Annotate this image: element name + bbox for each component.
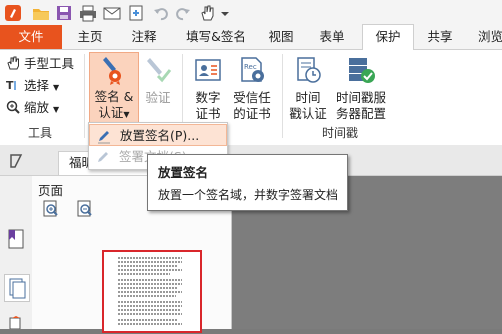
ribbon-panel: 手型工具 T 选择 ▼ 缩放 ▼ 工具 签名 & 认证▼ 验证 数字 证书 Re… [0,50,502,146]
group-divider [282,54,283,138]
tab-view[interactable]: 视图 [262,25,300,49]
tab-comment[interactable]: 注释 [124,25,164,49]
timestamp-server-label-2: 务器配置 [335,106,386,121]
chevron-down-icon: ▼ [52,83,60,92]
panel-title: 页面 [38,183,64,198]
timestamp-verify-button[interactable]: 时间 戳认证 [286,52,330,122]
sign-document-icon [95,149,111,165]
verify-label: 验证 [145,90,171,105]
select-tool-button[interactable]: T 选择 ▼ [6,76,86,96]
email-icon[interactable] [103,4,121,22]
tab-file[interactable]: 文件 [0,25,62,49]
timestamp-group-label: 时间戳 [321,126,358,140]
pages-icon[interactable] [4,274,30,302]
save-icon[interactable] [55,4,73,22]
tools-group-label: 工具 [27,126,52,140]
zoom-out-page-icon[interactable] [76,200,94,218]
group-divider [84,54,85,138]
hand-tool-label: 手型工具 [23,56,74,71]
tab-home[interactable]: 主页 [70,25,110,49]
text-select-icon: T [6,78,20,92]
ribbon-tab-bar: 文件 主页 注释 填写&签名 视图 表单 保护 共享 浏览 [0,24,502,51]
timestamp-server-label-1: 时间戳服 [335,90,386,105]
timestamp-clock-icon [294,56,322,84]
navigation-sidebar [0,176,33,330]
app-logo-icon[interactable] [4,4,22,22]
print-icon[interactable] [79,4,97,22]
place-signature-tooltip: 放置签名 放置一个签名域，并数字签署文档 [147,154,348,211]
dropdown-arrow-icon[interactable] [220,4,230,22]
digital-cert-label-1: 数字 [195,90,221,105]
trusted-cert-label-2: 的证书 [233,106,271,121]
verify-pen-icon [144,56,172,84]
tab-share[interactable]: 共享 [420,25,460,49]
sign-certify-label-2: 认证 [98,105,124,120]
tooltip-description: 放置一个签名域，并数字签署文档 [158,188,339,202]
tab-form[interactable]: 表单 [312,25,352,49]
digital-cert-label-2: 证书 [195,106,221,121]
hand-select-icon[interactable] [198,4,216,22]
chevron-down-icon: ▼ [123,110,130,119]
tab-more[interactable]: 浏览 [478,25,502,49]
zoom-in-page-icon[interactable] [42,200,60,218]
sign-certify-button[interactable]: 签名 & 认证▼ [89,52,139,124]
timestamp-server-button[interactable]: 时间戳服 务器配置 [334,52,388,122]
zoom-tool-label: 缩放 [23,100,49,115]
hand-tool-button[interactable]: 手型工具 [6,54,86,74]
tab-fill-sign[interactable]: 填写&签名 [178,25,254,49]
timestamp-verify-label-2: 戳认证 [289,106,327,121]
sign-pen-icon [100,55,128,85]
zoom-icon [6,100,20,114]
trusted-cert-button[interactable]: Rec 受信任 的证书 [230,52,274,122]
digital-id-button[interactable]: 数字 证书 [190,52,226,122]
select-tool-label: 选择 [23,78,49,93]
tooltip-title: 放置签名 [158,165,209,180]
redo-icon[interactable] [174,4,192,22]
app-menu-icon[interactable] [8,152,26,170]
layers-icon[interactable] [8,316,24,330]
zoom-tool-button[interactable]: 缩放 ▼ [6,98,86,118]
svg-text:Rec: Rec [244,63,257,71]
quick-access-toolbar [0,0,502,25]
hand-icon [6,56,20,70]
trusted-cert-label-1: 受信任 [233,90,271,105]
pen-icon [96,128,112,144]
id-card-icon [194,58,222,84]
page-thumbnail[interactable] [102,250,202,333]
server-check-icon [346,56,376,84]
tab-protect[interactable]: 保护 [362,24,414,51]
verify-button[interactable]: 验证 [140,52,176,122]
timestamp-verify-label-1: 时间 [295,90,321,105]
certificate-gear-icon: Rec [238,56,266,84]
bookmark-icon[interactable] [6,228,26,250]
svg-text:T: T [6,79,14,92]
sign-certify-label-1: 签名 & [94,89,134,104]
page-thumbnail-text-lines [118,257,182,325]
new-document-icon[interactable] [127,4,145,22]
undo-icon[interactable] [152,4,170,22]
place-signature-menu-item[interactable]: 放置签名(P)... [89,124,227,146]
open-folder-icon[interactable] [32,4,50,22]
place-signature-label: 放置签名(P)... [120,128,200,143]
chevron-down-icon: ▼ [52,105,60,114]
